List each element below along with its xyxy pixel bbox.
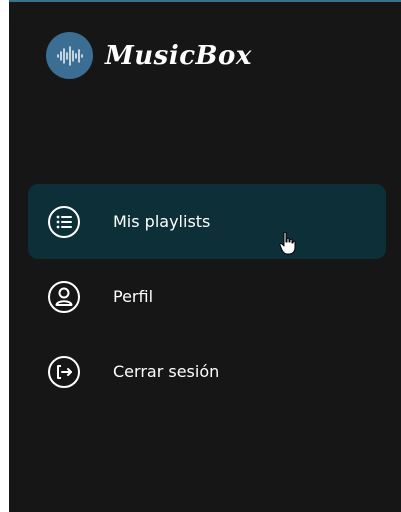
logout-icon xyxy=(47,355,81,389)
nav-item-mis-playlists[interactable]: Mis playlists xyxy=(28,184,386,259)
brand-name: MusicBox xyxy=(105,40,252,71)
nav-item-cerrar-sesion[interactable]: Cerrar sesión xyxy=(28,334,386,409)
soundwave-icon xyxy=(46,32,93,79)
list-icon xyxy=(47,205,81,239)
sidebar: MusicBox Mis playlists Perfil Cerrar ses… xyxy=(9,0,401,512)
nav-item-perfil[interactable]: Perfil xyxy=(28,259,386,334)
sidebar-nav: Mis playlists Perfil Cerrar sesión xyxy=(28,184,386,409)
nav-label-mis-playlists: Mis playlists xyxy=(113,212,211,231)
user-icon xyxy=(47,280,81,314)
nav-label-cerrar-sesion: Cerrar sesión xyxy=(113,362,220,381)
brand-logo[interactable]: MusicBox xyxy=(46,32,252,79)
hand-pointer-cursor-icon xyxy=(279,231,297,255)
nav-label-perfil: Perfil xyxy=(113,287,154,306)
